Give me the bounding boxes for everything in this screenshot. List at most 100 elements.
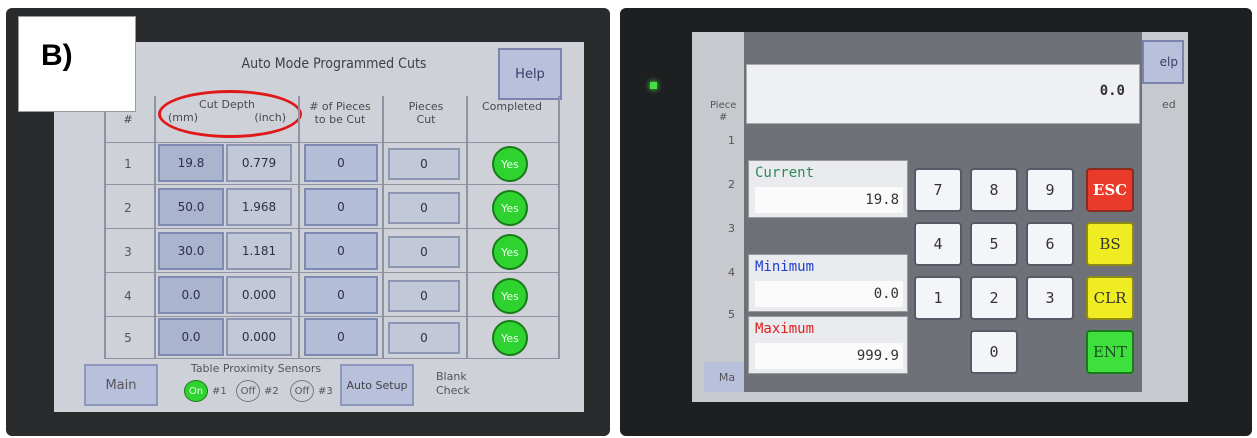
completed-yes-indicator[interactable]: Yes [492, 320, 528, 356]
minimum-value-box: Minimum 0.0 [748, 254, 908, 312]
pieces-cut-header: Pieces Cut [408, 100, 444, 126]
side-piece-header: Piece # [710, 100, 736, 124]
sensor-3-label: #3 [318, 385, 333, 397]
grid-line [382, 96, 384, 358]
minimum-value: 0.0 [755, 281, 903, 307]
key-2[interactable]: 2 [970, 276, 1018, 320]
side-row-number: 5 [728, 308, 735, 321]
pieces-cut-cell: 0 [388, 236, 460, 268]
row-number: 3 [124, 245, 132, 259]
sensor-1-label: #1 [212, 385, 227, 397]
help-button[interactable]: Help [498, 48, 562, 100]
hmi-photo-right: Piece # 1 2 3 4 5 Ma 0.0 elp ed Current … [620, 8, 1252, 436]
escape-key[interactable]: ESC [1086, 168, 1134, 212]
grid-line [558, 96, 560, 358]
current-value: 19.8 [755, 187, 903, 213]
maximum-label: Maximum [755, 321, 815, 337]
side-row-number: 3 [728, 222, 735, 235]
blank-check-button[interactable]: Blank Check [436, 370, 470, 398]
sensor-2-group: Off #2 [236, 380, 279, 402]
key-5[interactable]: 5 [970, 222, 1018, 266]
sensor-3-group: Off #3 [290, 380, 333, 402]
pieces-to-cut-cell[interactable]: 0 [304, 232, 378, 270]
grid-line [104, 142, 560, 143]
grid-line [104, 184, 560, 185]
completed-yes-indicator[interactable]: Yes [492, 234, 528, 270]
key-4[interactable]: 4 [914, 222, 962, 266]
sensor-2-toggle[interactable]: Off [236, 380, 260, 402]
power-led-icon [650, 82, 657, 89]
key-7[interactable]: 7 [914, 168, 962, 212]
backspace-key[interactable]: BS [1086, 222, 1134, 266]
hmi-photo-left: B) Auto Mode Programmed Cuts Help e # Cu… [6, 8, 610, 436]
enter-key[interactable]: ENT [1086, 330, 1134, 374]
clear-key[interactable]: CLR [1086, 276, 1134, 320]
pieces-to-cut-cell[interactable]: 0 [304, 276, 378, 314]
side-piece-line1: Piece [710, 100, 737, 111]
maximum-value: 999.9 [755, 343, 903, 369]
grid-line [104, 316, 560, 317]
key-9[interactable]: 9 [1026, 168, 1074, 212]
pieces-cut-cell: 0 [388, 322, 460, 354]
sensor-2-label: #2 [264, 385, 279, 397]
grid-line [466, 96, 468, 358]
pieces-to-cut-cell[interactable]: 0 [304, 188, 378, 226]
auto-setup-button[interactable]: Auto Setup [340, 364, 414, 406]
sensor-1-group: On #1 [184, 380, 227, 402]
sensor-3-toggle[interactable]: Off [290, 380, 314, 402]
maximum-value-box: Maximum 999.9 [748, 316, 908, 374]
figure-label: B) [41, 39, 73, 72]
pieces-to-cut-cell[interactable]: 0 [304, 144, 378, 182]
completed-yes-indicator[interactable]: Yes [492, 278, 528, 314]
row-number: 2 [124, 201, 132, 215]
grid-line [154, 96, 156, 358]
key-1[interactable]: 1 [914, 276, 962, 320]
cut-depth-mm-cell[interactable]: 0.0 [158, 318, 224, 356]
sensor-1-toggle[interactable]: On [184, 380, 208, 402]
cut-depth-mm-cell[interactable]: 50.0 [158, 188, 224, 226]
side-completed-header: ed [1162, 98, 1176, 111]
completed-header: Completed [482, 100, 542, 113]
pieces-cut-cell: 0 [388, 280, 460, 312]
cut-depth-mm-cell[interactable]: 19.8 [158, 144, 224, 182]
cut-depth-inch-cell: 1.968 [226, 188, 292, 226]
pieces-to-cut-header: # of Pieces to be Cut [309, 100, 371, 126]
completed-yes-indicator[interactable]: Yes [492, 190, 528, 226]
row-number: 4 [124, 289, 132, 303]
key-8[interactable]: 8 [970, 168, 1018, 212]
cut-depth-inch-cell: 1.181 [226, 232, 292, 270]
cut-depth-mm-cell[interactable]: 0.0 [158, 276, 224, 314]
sensors-title: Table Proximity Sensors [190, 362, 322, 375]
current-label: Current [755, 165, 815, 181]
grid-line [104, 272, 560, 273]
key-0[interactable]: 0 [970, 330, 1018, 374]
cut-depth-inch-cell: 0.779 [226, 144, 292, 182]
cut-depth-inch-cell: 0.000 [226, 276, 292, 314]
cut-depth-mm-cell[interactable]: 30.0 [158, 232, 224, 270]
row-number: 1 [124, 157, 132, 171]
grid-line [298, 96, 300, 358]
pieces-cut-cell: 0 [388, 148, 460, 180]
blank-check-line1: Blank [436, 370, 467, 383]
side-piece-line2: # [719, 112, 728, 123]
screen-title: Auto Mode Programmed Cuts [241, 56, 427, 72]
completed-yes-indicator[interactable]: Yes [492, 146, 528, 182]
side-row-number: 2 [728, 178, 735, 191]
figure-label-box: B) [18, 16, 136, 112]
key-6[interactable]: 6 [1026, 222, 1074, 266]
entry-value: 0.0 [1099, 83, 1125, 99]
help-button-partial[interactable]: elp [1142, 40, 1184, 84]
current-value-box: Current 19.8 [748, 160, 908, 218]
blank-check-line2: Check [436, 384, 470, 397]
pieces-to-cut-cell[interactable]: 0 [304, 318, 378, 356]
pieces-cut-cell: 0 [388, 192, 460, 224]
cut-depth-inch-cell: 0.000 [226, 318, 292, 356]
cut-depth-highlight-circle [158, 90, 302, 138]
side-row-number: 1 [728, 134, 735, 147]
side-row-number: 4 [728, 266, 735, 279]
grid-line [104, 228, 560, 229]
grid-line [104, 358, 560, 359]
row-number: 5 [124, 331, 132, 345]
key-3[interactable]: 3 [1026, 276, 1074, 320]
main-button[interactable]: Main [84, 364, 158, 406]
